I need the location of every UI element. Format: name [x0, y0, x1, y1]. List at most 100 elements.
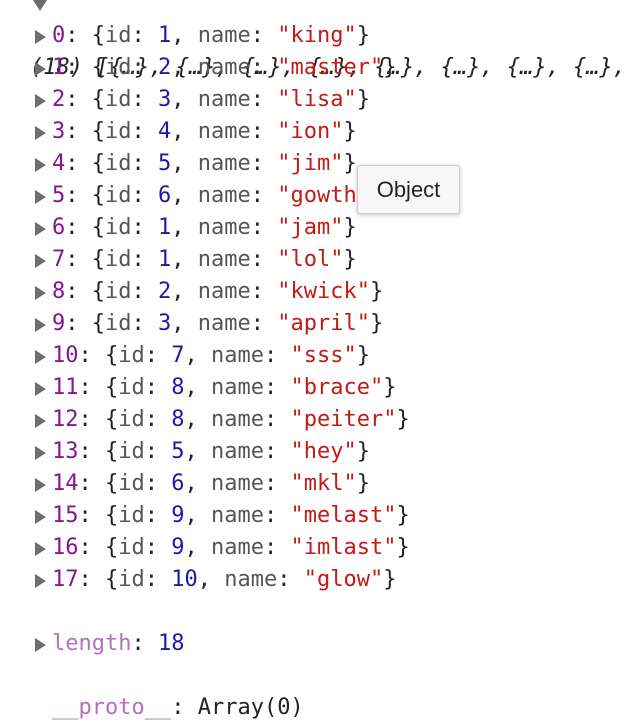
item-id: 2 — [158, 279, 172, 304]
collapse-arrow-icon[interactable] — [33, 0, 47, 20]
expand-arrow-icon[interactable] — [33, 212, 46, 244]
expand-arrow-icon[interactable] — [33, 500, 46, 532]
expand-arrow-icon[interactable] — [33, 532, 46, 564]
expand-arrow-icon[interactable] — [33, 116, 46, 148]
id-key: id — [105, 55, 132, 80]
item-name: "king" — [277, 23, 357, 48]
id-key: id — [105, 215, 132, 240]
item-index: 15 — [52, 503, 79, 528]
item-id: 6 — [171, 471, 185, 496]
id-key: id — [105, 183, 132, 208]
item-name: "mkl" — [290, 471, 357, 496]
item-name: "ion" — [277, 119, 344, 144]
expand-arrow-icon[interactable] — [33, 468, 46, 500]
proto-key: __proto__ — [52, 695, 172, 720]
item-name: "sss" — [290, 343, 357, 368]
id-key: id — [118, 375, 145, 400]
expand-arrow-icon[interactable] — [33, 404, 46, 436]
expand-arrow-icon[interactable] — [33, 52, 46, 84]
item-index: 7 — [52, 247, 66, 272]
item-name: "jam" — [277, 215, 344, 240]
item-index: 3 — [52, 119, 66, 144]
expand-arrow-icon[interactable] — [33, 340, 46, 372]
id-key: id — [105, 119, 132, 144]
expand-arrow-icon[interactable] — [33, 436, 46, 468]
name-key: name — [197, 55, 251, 80]
item-name: "glow" — [303, 567, 384, 592]
length-row: length: 18 — [52, 631, 185, 656]
name-key: name — [197, 215, 251, 240]
id-key: id — [118, 439, 145, 464]
expand-arrow-icon[interactable] — [33, 20, 46, 52]
item-name: "hey" — [290, 439, 357, 464]
item-index: 16 — [52, 535, 79, 560]
id-key: id — [118, 535, 145, 560]
item-id: 8 — [171, 407, 185, 432]
item-index: 11 — [52, 375, 79, 400]
item-id: 3 — [158, 311, 172, 336]
name-key: name — [197, 151, 251, 176]
id-key: id — [118, 567, 145, 592]
item-id: 6 — [158, 183, 172, 208]
id-key: id — [105, 247, 132, 272]
name-key: name — [211, 471, 264, 496]
item-name: "jim" — [277, 151, 344, 176]
expand-arrow-icon[interactable] — [33, 308, 46, 340]
item-name: "peiter" — [290, 407, 397, 432]
id-key: id — [118, 471, 145, 496]
item-id: 4 — [158, 119, 172, 144]
item-id: 1 — [158, 215, 172, 240]
item-name: "brace" — [290, 375, 384, 400]
expand-arrow-icon[interactable] — [33, 628, 46, 660]
item-index: 10 — [52, 343, 79, 368]
name-key: name — [211, 407, 264, 432]
item-index: 4 — [52, 151, 66, 176]
id-key: id — [118, 343, 145, 368]
tooltip: Object — [357, 165, 460, 214]
name-key: name — [197, 23, 251, 48]
item-id: 9 — [171, 503, 185, 528]
name-key: name — [224, 567, 278, 592]
expand-arrow-icon[interactable] — [33, 148, 46, 180]
expand-arrow-icon[interactable] — [33, 372, 46, 404]
item-id: 5 — [171, 439, 185, 464]
name-key: name — [197, 247, 251, 272]
expand-arrow-icon[interactable] — [33, 564, 46, 596]
item-name: "imlast" — [290, 535, 397, 560]
item-id: 3 — [158, 87, 172, 112]
proto-row[interactable]: __proto__: Array(0) — [0, 628, 304, 720]
item-index: 6 — [52, 215, 66, 240]
item-id: 1 — [158, 247, 172, 272]
id-key: id — [105, 23, 132, 48]
item-index: 12 — [52, 407, 79, 432]
id-key: id — [105, 87, 132, 112]
item-name: "lol" — [277, 247, 344, 272]
item-index: 8 — [52, 279, 66, 304]
name-key: name — [197, 183, 251, 208]
array-header[interactable]: (18) [{…}, {…}, {…}, {…}, {…}, {…}, {…},… — [0, 0, 626, 80]
id-key: id — [105, 151, 132, 176]
item-index: 14 — [52, 471, 79, 496]
name-key: name — [211, 343, 264, 368]
id-key: id — [105, 311, 132, 336]
name-key: name — [197, 279, 251, 304]
expand-arrow-icon[interactable] — [33, 84, 46, 116]
item-index: 1 — [52, 55, 66, 80]
item-id: 7 — [171, 343, 185, 368]
length-value: 18 — [157, 631, 185, 656]
name-key: name — [211, 503, 264, 528]
name-key: name — [197, 311, 251, 336]
item-name: "lisa" — [277, 87, 357, 112]
item-id: 9 — [171, 535, 185, 560]
name-key: name — [211, 375, 264, 400]
item-name: "gowth — [277, 183, 357, 208]
expand-arrow-icon[interactable] — [33, 244, 46, 276]
expand-arrow-icon[interactable] — [33, 180, 46, 212]
item-index: 0 — [52, 23, 66, 48]
expand-arrow-icon[interactable] — [33, 276, 46, 308]
item-index: 9 — [52, 311, 66, 336]
item-name: "kwick" — [277, 279, 370, 304]
name-key: name — [211, 535, 264, 560]
item-name: "melast" — [290, 503, 397, 528]
id-key: id — [105, 279, 132, 304]
